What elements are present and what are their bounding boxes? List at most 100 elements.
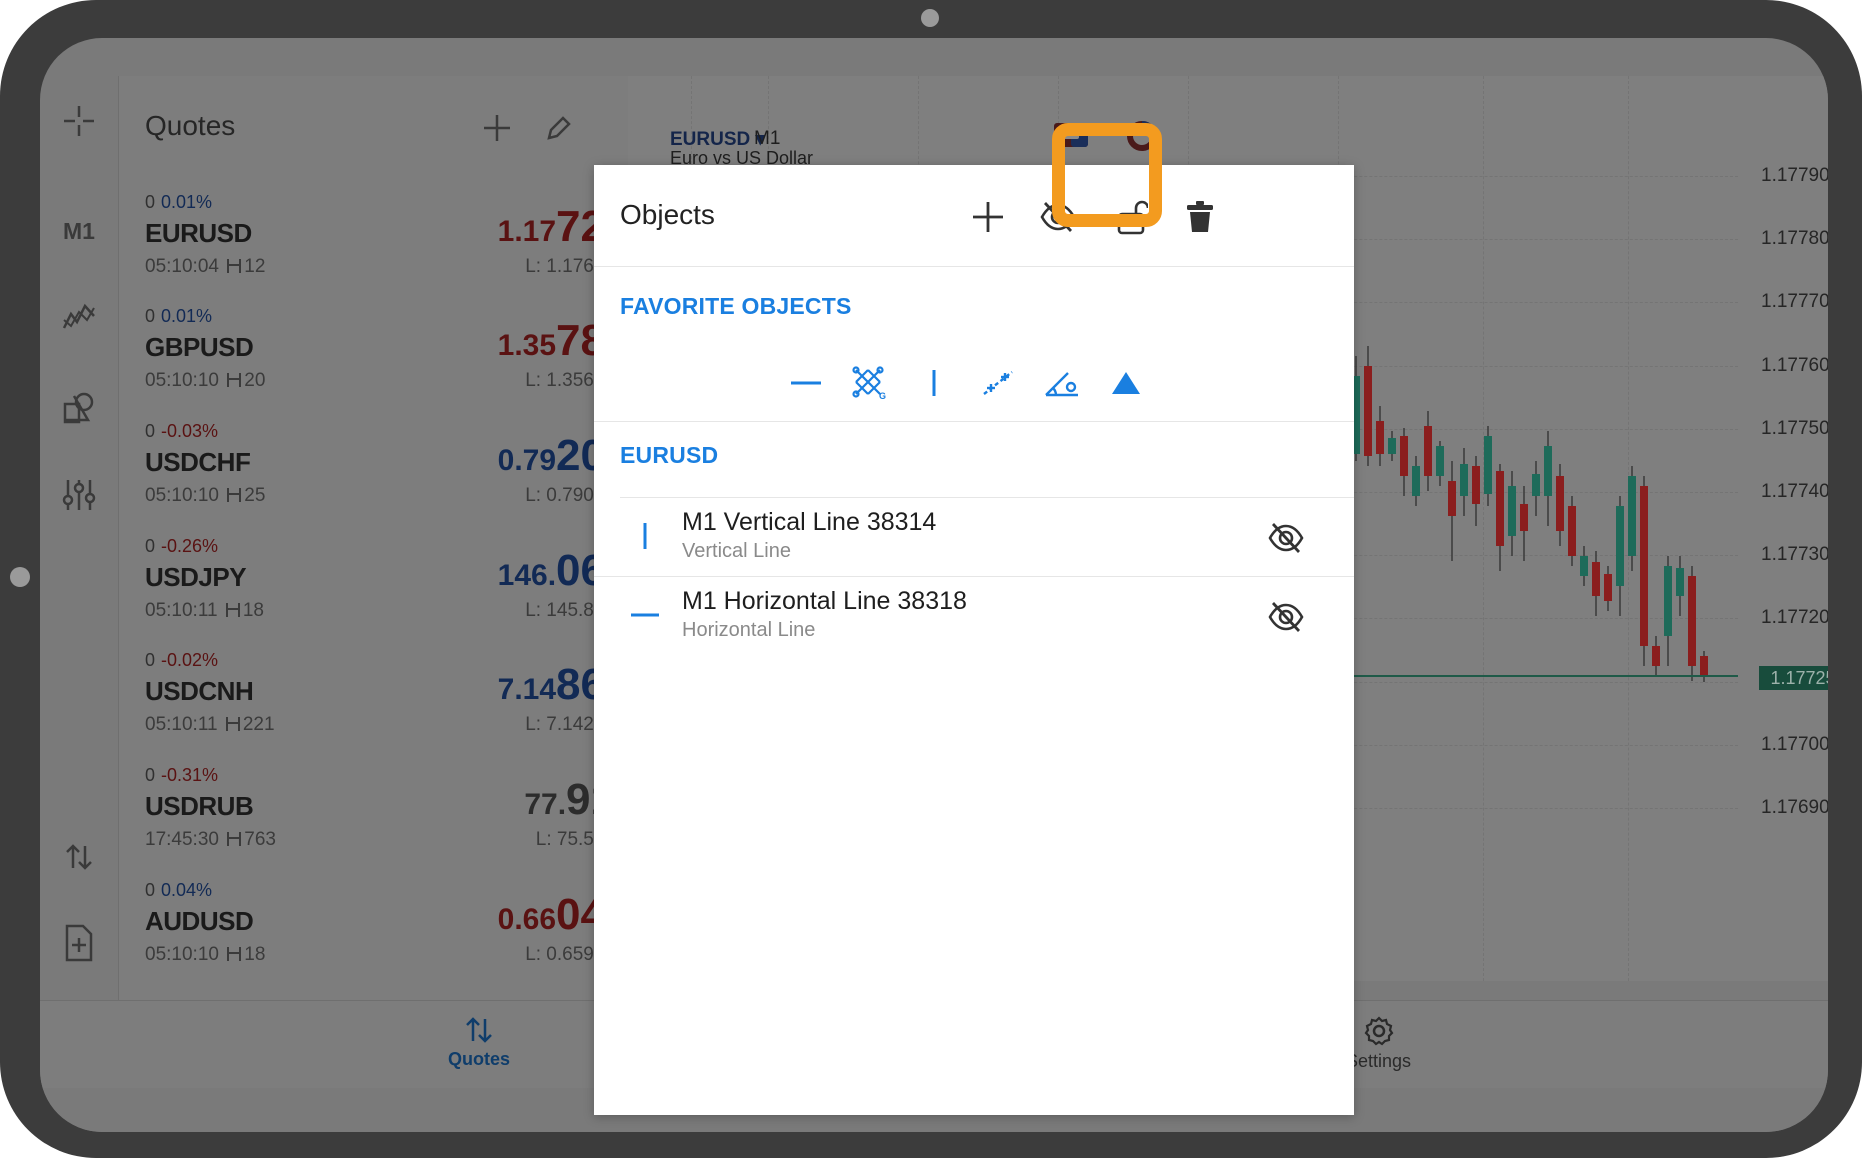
quote-row[interactable]: 00.01%EURUSD05:10:04 121.17725L: 1.17616: [119, 192, 629, 306]
candle: [1508, 486, 1516, 536]
candle: [1424, 426, 1432, 476]
object-row-vertical-line[interactable]: M1 Vertical Line 38314 Vertical Line: [594, 498, 1354, 576]
quote-time: 05:10:11 18: [145, 600, 264, 621]
quote-row[interactable]: 0-0.02%USDCNH05:10:11 2217.14861L: 7.142…: [119, 650, 629, 764]
price-level-label: 1.17690: [1761, 797, 1828, 818]
object-type: Vertical Line: [682, 540, 791, 562]
quote-symbol: USDRUB: [145, 791, 254, 821]
spread-icon: [225, 717, 240, 731]
quote-symbol: EURUSD: [145, 218, 252, 248]
quote-symbol: GBPUSD: [145, 332, 254, 362]
timeframe-button[interactable]: M1: [40, 218, 118, 245]
price-level-label: 1.17720: [1761, 607, 1828, 629]
quote-symbol: USDCHF: [145, 447, 251, 477]
eye-off-icon[interactable]: [1266, 518, 1306, 558]
candle: [1568, 506, 1576, 556]
spread-icon: [227, 832, 242, 846]
tablet-frame: M1 Quotes 0 0.01% EURUSD 05:10:04 12 1.1…: [0, 0, 1862, 1158]
favorite-objects-row: G: [774, 361, 1158, 405]
candle: [1688, 576, 1696, 666]
angle-icon[interactable]: [1030, 361, 1094, 405]
svg-text:G: G: [879, 391, 886, 400]
nav-settings[interactable]: Settings: [1346, 1015, 1411, 1072]
spread-icon: [227, 259, 242, 273]
candle: [1592, 562, 1600, 596]
candle: [1628, 476, 1636, 556]
quote-time: 05:10:10 20: [145, 370, 266, 391]
quote-row[interactable]: 00.04%AUDUSD05:10:10 180.66049L: 0.65950: [119, 880, 629, 994]
add-object-button[interactable]: [962, 191, 1014, 243]
new-document-icon[interactable]: [40, 924, 118, 962]
candle: [1520, 504, 1528, 531]
quotes-title: Quotes: [145, 110, 236, 141]
price-level-label: 1.17750: [1761, 417, 1828, 439]
candle: [1400, 436, 1408, 476]
gann-grid-icon[interactable]: G: [838, 361, 902, 405]
quote-row[interactable]: 0-0.03%USDCHF05:10:10 250.79209L: 0.7909…: [119, 421, 629, 535]
crosshair-icon[interactable]: [40, 104, 118, 138]
candle: [1652, 646, 1660, 666]
gear-icon: [1364, 1016, 1393, 1046]
candle: [1412, 466, 1420, 496]
spread-icon: [227, 373, 242, 387]
trend-points-icon[interactable]: [966, 361, 1030, 405]
candle: [1472, 466, 1480, 504]
candle: [1640, 486, 1648, 646]
candle: [1580, 556, 1588, 576]
spread-icon: [227, 947, 242, 961]
current-price-label: 1.17725: [1759, 666, 1828, 690]
settings-sliders-icon[interactable]: [40, 478, 118, 512]
quote-row[interactable]: 0-0.26%USDJPY05:10:11 18146.066L: 145.84…: [119, 536, 629, 650]
object-name: M1 Horizontal Line 38318: [682, 587, 967, 615]
horizontal-line-icon[interactable]: [774, 361, 838, 405]
camera-dot: [921, 9, 939, 27]
quote-change: 0 0.01%: [145, 192, 213, 212]
indicators-icon[interactable]: [40, 300, 118, 334]
quotes-arrows-icon: [466, 1017, 492, 1043]
objects-icon[interactable]: [40, 390, 118, 426]
price-level-label: 1.17770: [1761, 291, 1828, 313]
candle: [1556, 476, 1564, 531]
candle: [1496, 471, 1504, 546]
quote-time: 05:10:10 25: [145, 485, 266, 506]
price-level-label: 1.17780: [1761, 228, 1828, 250]
quotes-panel: Quotes 00.01%EURUSD05:10:04 121.17725L: …: [118, 76, 628, 1001]
dialog-title: Objects: [620, 199, 715, 230]
quote-time: 05:10:04 12: [145, 256, 266, 277]
vertical-line-icon[interactable]: [902, 361, 966, 405]
add-symbol-icon[interactable]: [481, 112, 513, 144]
nav-quotes[interactable]: Quotes: [448, 1015, 510, 1070]
quote-symbol: USDJPY: [145, 562, 247, 592]
candle: [1544, 446, 1552, 496]
price-level-label: 1.17700: [1761, 733, 1828, 755]
quote-row[interactable]: 0 -0.31% USDRUB 17:45:30 763 77.91 L: 75.533: [119, 765, 629, 879]
plus-icon: [973, 202, 1003, 232]
object-row-horizontal-line[interactable]: M1 Horizontal Line 38318 Horizontal Line: [594, 577, 1354, 655]
vertical-line-icon: [628, 518, 662, 554]
candle: [1460, 464, 1468, 496]
spread-icon: [227, 488, 242, 502]
edit-icon[interactable]: [545, 114, 573, 142]
symbol-section-title: EURUSD: [620, 442, 719, 468]
quote-change: 0 -0.03%: [145, 421, 219, 441]
quote-change: 0 0.04%: [145, 880, 213, 900]
quote-change: 0 0.01%: [145, 306, 213, 326]
quote-row[interactable]: 00.01%GBPUSD05:10:10 201.35785L: 1.35675: [119, 306, 629, 420]
object-name: M1 Vertical Line 38314: [682, 508, 937, 536]
price-level-label: 1.17730: [1761, 544, 1828, 566]
quote-change: 0 -0.02%: [145, 650, 219, 670]
trade-arrows-icon[interactable]: [40, 842, 118, 872]
triangle-icon[interactable]: [1094, 361, 1158, 405]
price-level-label: 1.17760: [1761, 354, 1828, 376]
nav-settings-label: Settings: [1346, 1051, 1412, 1071]
quote-symbol: AUDUSD: [145, 906, 254, 936]
section-divider: [594, 421, 1354, 422]
eye-off-icon[interactable]: [1266, 597, 1306, 637]
delete-objects-button[interactable]: [1174, 191, 1226, 243]
nav-quotes-label: Quotes: [448, 1049, 511, 1069]
candle: [1448, 481, 1456, 516]
candle: [1532, 474, 1540, 496]
favorites-section-title: FAVORITE OBJECTS: [620, 293, 852, 319]
quote-change: 0 -0.31%: [145, 765, 219, 785]
candle: [1700, 656, 1708, 676]
